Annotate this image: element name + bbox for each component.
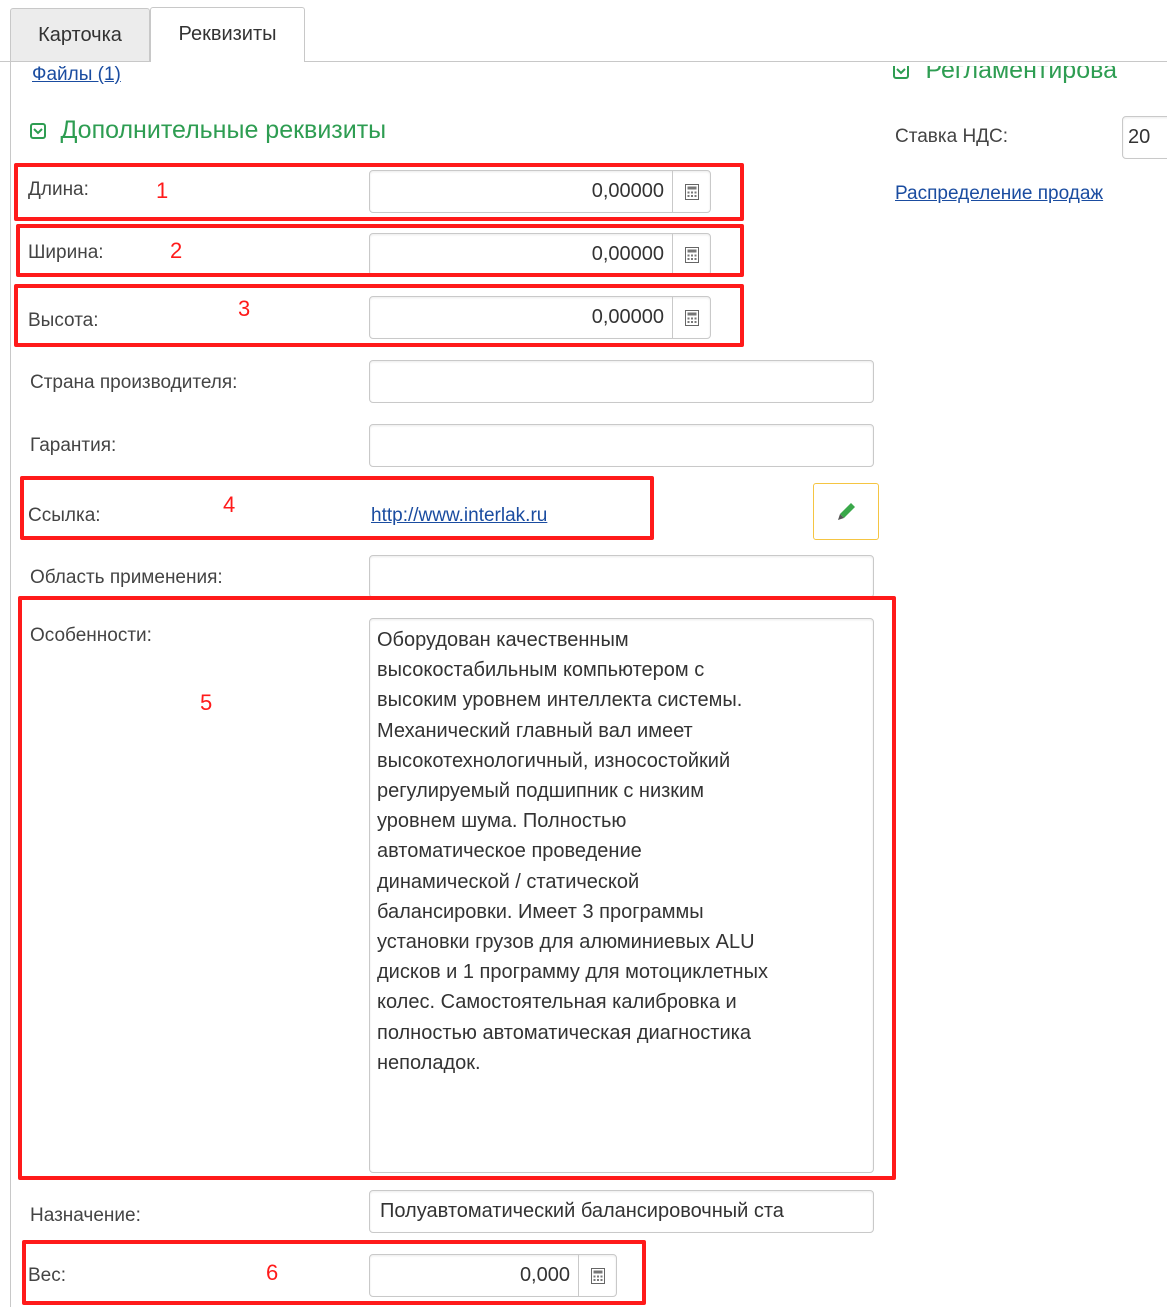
tab-card[interactable]: Карточка (10, 8, 150, 61)
vat-select[interactable]: 20 (1122, 116, 1167, 159)
annotation-box-5 (18, 596, 896, 1180)
annotation-number-5: 5 (200, 690, 213, 715)
tab-requisites[interactable]: Реквизиты (150, 7, 305, 62)
application-label: Область применения: (30, 567, 223, 588)
distribution-link[interactable]: Распределение продаж (895, 183, 1103, 204)
annotation-number-1: 1 (156, 178, 169, 203)
application-input[interactable] (369, 555, 874, 598)
annotation-number-2: 2 (170, 238, 183, 263)
section-additional-title: Дополнительные реквизиты (60, 116, 387, 144)
section-regulated-title: Регламентирова (925, 66, 1118, 84)
files-link-wrap: Файлы (1) (32, 66, 121, 96)
purpose-value: Полуавтоматический балансировочный ста (380, 1200, 784, 1222)
purpose-input[interactable]: Полуавтоматический балансировочный ста (369, 1190, 874, 1233)
pencil-icon (838, 503, 855, 520)
tab-bar: Карточка Реквизиты (0, 0, 1167, 62)
annotation-box-6 (22, 1240, 646, 1305)
warranty-input[interactable] (369, 424, 874, 467)
annotation-number-6: 6 (266, 1260, 279, 1285)
vat-value: 20 (1128, 126, 1151, 148)
country-input[interactable] (369, 360, 874, 403)
chevron-down-icon (893, 66, 909, 79)
chevron-down-icon (30, 122, 46, 139)
section-additional-header[interactable]: Дополнительные реквизиты (30, 116, 386, 145)
panel-left-border (10, 61, 11, 1307)
annotation-box-1 (14, 163, 744, 221)
files-link[interactable]: Файлы (1) (32, 66, 121, 86)
annotation-box-3 (14, 284, 744, 347)
warranty-label: Гарантия: (30, 435, 117, 456)
edit-link-button[interactable] (813, 483, 879, 540)
distribution-link-wrap: Распределение продаж (895, 183, 1167, 205)
section-regulated-header[interactable]: Регламентирова (893, 66, 1167, 98)
annotation-box-4 (20, 476, 654, 540)
purpose-label: Назначение: (30, 1205, 141, 1226)
annotation-number-3: 3 (238, 296, 251, 321)
annotation-number-4: 4 (223, 492, 236, 517)
vat-label: Ставка НДС: (895, 126, 1009, 147)
annotation-box-2 (16, 224, 744, 277)
country-label: Страна производителя: (30, 372, 238, 393)
